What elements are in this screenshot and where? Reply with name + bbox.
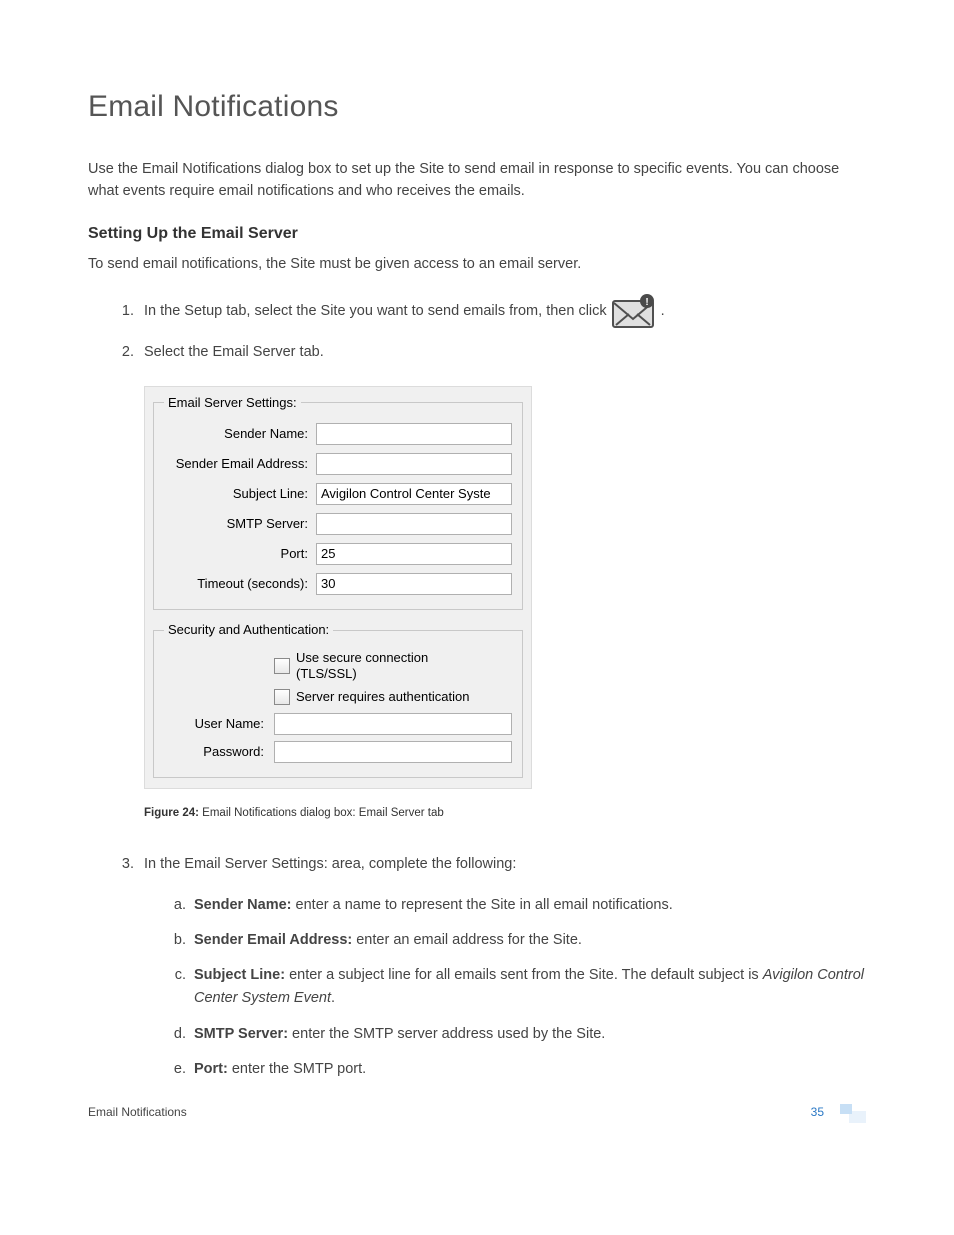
footer-decor-icon (840, 1104, 866, 1120)
step-3-sublist: Sender Name: enter a name to represent t… (144, 894, 866, 1093)
steps-list: In the Setup tab, select the Site you wa… (88, 293, 866, 1104)
step-1: In the Setup tab, select the Site you wa… (138, 293, 866, 341)
input-timeout[interactable]: 30 (316, 573, 512, 595)
row-subject: Subject Line: Avigilon Control Center Sy… (164, 483, 512, 505)
label-sender-name: Sender Name: (164, 424, 316, 444)
label-sender-email: Sender Email Address: (164, 454, 316, 474)
sub-c: Subject Line: enter a subject line for a… (190, 964, 866, 1022)
step-1-text-b: . (661, 300, 665, 322)
step-3: In the Email Server Settings: area, comp… (138, 853, 866, 1105)
checkbox-use-secure[interactable] (274, 658, 290, 674)
sub-e: Port: enter the SMTP port. (190, 1058, 866, 1093)
input-sender-name[interactable] (316, 423, 512, 445)
security-auth-group: Security and Authentication: Use secure … (153, 620, 523, 778)
input-subject[interactable]: Avigilon Control Center Syste (316, 483, 512, 505)
checkbox-requires-auth[interactable] (274, 689, 290, 705)
row-smtp: SMTP Server: (164, 513, 512, 535)
row-sender-email: Sender Email Address: (164, 453, 512, 475)
row-port: Port: 25 (164, 543, 512, 565)
figure-caption: Figure 24: Email Notifications dialog bo… (144, 805, 866, 823)
row-use-secure: Use secure connection (TLS/SSL) (164, 650, 512, 681)
input-password[interactable] (274, 741, 512, 763)
input-sender-email[interactable] (316, 453, 512, 475)
email-notifications-icon: ! (611, 293, 657, 329)
label-requires-auth: Server requires authentication (296, 687, 469, 707)
svg-text:!: ! (645, 297, 648, 308)
row-sender-name: Sender Name: (164, 423, 512, 445)
sub-b: Sender Email Address: enter an email add… (190, 929, 866, 964)
row-requires-auth: Server requires authentication (164, 687, 512, 707)
group-legend-1: Email Server Settings: (164, 393, 301, 413)
step-1-text-a: In the Setup tab, select the Site you wa… (144, 300, 607, 322)
input-port[interactable]: 25 (316, 543, 512, 565)
label-timeout: Timeout (seconds): (164, 574, 316, 594)
intro-paragraph: Use the Email Notifications dialog box t… (88, 158, 866, 203)
sub-a: Sender Name: enter a name to represent t… (190, 894, 866, 929)
row-timeout: Timeout (seconds): 30 (164, 573, 512, 595)
step-2: Select the Email Server tab. Email Serve… (138, 341, 866, 853)
sub-d: SMTP Server: enter the SMTP server addre… (190, 1023, 866, 1058)
page-footer: Email Notifications 35 (88, 1104, 866, 1120)
label-use-secure: Use secure connection (TLS/SSL) (296, 650, 466, 681)
row-username: User Name: (164, 713, 512, 735)
row-password: Password: (164, 741, 512, 763)
email-server-dialog: Email Server Settings: Sender Name: Send… (144, 386, 532, 790)
footer-page-number: 35 (811, 1105, 824, 1119)
label-subject: Subject Line: (164, 484, 316, 504)
input-smtp[interactable] (316, 513, 512, 535)
footer-left: Email Notifications (88, 1105, 187, 1119)
label-username: User Name: (164, 714, 274, 734)
label-smtp: SMTP Server: (164, 514, 316, 534)
section-intro: To send email notifications, the Site mu… (88, 253, 866, 275)
group-legend-2: Security and Authentication: (164, 620, 333, 640)
figure-label: Figure 24: (144, 807, 199, 819)
section-heading: Setting Up the Email Server (88, 225, 866, 243)
label-password: Password: (164, 742, 274, 762)
figure-text: Email Notifications dialog box: Email Se… (202, 807, 444, 819)
email-server-dialog-figure: Email Server Settings: Sender Name: Send… (144, 386, 866, 823)
email-server-settings-group: Email Server Settings: Sender Name: Send… (153, 393, 523, 610)
page-title: Email Notifications (88, 90, 866, 124)
input-username[interactable] (274, 713, 512, 735)
label-port: Port: (164, 544, 316, 564)
